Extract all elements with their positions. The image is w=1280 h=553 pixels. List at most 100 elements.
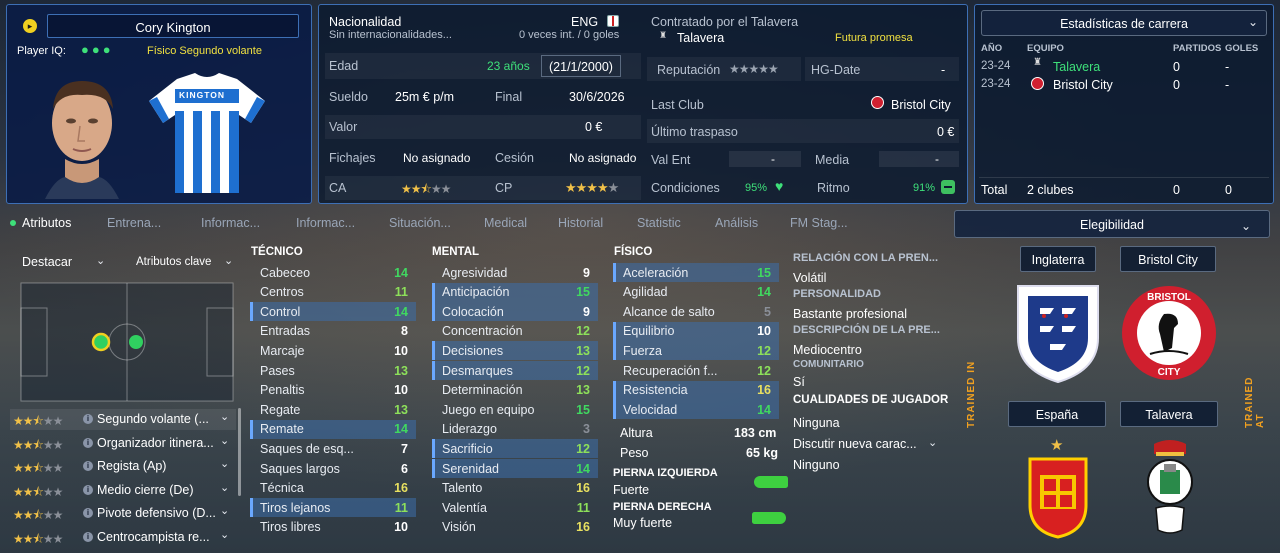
attr-name: Colocación <box>442 304 504 319</box>
tecnico-attr-row[interactable]: Técnica 16 <box>250 479 416 498</box>
cesion-value[interactable]: No asignado <box>569 151 636 165</box>
tecnico-attr-row[interactable]: Saques de esq... 7 <box>250 439 416 458</box>
tecnico-attr-row[interactable]: Penaltis 10 <box>250 381 416 400</box>
attr-value: 13 <box>394 363 408 378</box>
role-row[interactable]: ★★⯪★★ i Regista (Ap) ⌄ <box>10 456 236 477</box>
tecnico-attr-row[interactable]: Cabeceo 14 <box>250 263 416 282</box>
attr-name: Remate <box>260 422 304 437</box>
mental-attr-row[interactable]: Serenidad 14 <box>432 459 598 478</box>
tecnico-attr-row[interactable]: Control 14 <box>250 302 416 322</box>
nation1-box[interactable]: Inglaterra <box>1020 246 1096 272</box>
fisico-attr-row[interactable]: Velocidad 14 <box>613 400 779 420</box>
tecnico-attr-row[interactable]: Entradas 8 <box>250 322 416 341</box>
mental-attr-row[interactable]: Decisiones 13 <box>432 341 598 361</box>
nacionalidad-value[interactable]: ENG <box>571 15 598 29</box>
tecnico-attr-row[interactable]: Remate 14 <box>250 419 416 439</box>
chevron-down-icon[interactable]: ⌄ <box>220 457 229 470</box>
info-icon[interactable]: i <box>83 484 93 495</box>
fichajes-value[interactable]: No asignado <box>403 151 470 165</box>
info-icon[interactable]: i <box>83 532 93 542</box>
player-menu-button[interactable]: ▸ <box>23 19 37 33</box>
talavera-badge-icon: ♜ <box>1033 57 1042 68</box>
tecnico-attr-row[interactable]: Pases 13 <box>250 361 416 380</box>
talavera-crest-icon <box>1147 440 1193 534</box>
discutir-dropdown[interactable]: Discutir nueva carac... ⌄ <box>790 434 940 454</box>
mental-attr-row[interactable]: Talento 16 <box>432 479 598 498</box>
career-dropdown[interactable]: Estadísticas de carrera ⌄ <box>981 10 1267 36</box>
nation2-box[interactable]: España <box>1008 401 1106 427</box>
fisico-attr-row[interactable]: Recuperación f... 12 <box>613 361 779 380</box>
star-icon: ★ <box>1050 437 1064 454</box>
career-row-team[interactable]: Bristol City <box>1053 78 1113 92</box>
tab-atributos[interactable]: Atributos <box>22 216 71 230</box>
mental-attr-row[interactable]: Visión 16 <box>432 518 598 537</box>
tab-informacion-2[interactable]: Informac... <box>296 216 355 230</box>
fisico-attr-row[interactable]: Fuerza 12 <box>613 341 779 361</box>
mental-attr-row[interactable]: Valentía 11 <box>432 498 598 517</box>
tecnico-attr-row[interactable]: Centros 11 <box>250 283 416 302</box>
tecnico-attr-row[interactable]: Tiros libres 10 <box>250 518 416 537</box>
mental-attr-row[interactable]: Liderazgo 3 <box>432 420 598 439</box>
mental-attr-row[interactable]: Determinación 13 <box>432 381 598 400</box>
chevron-down-icon[interactable]: ⌄ <box>220 410 229 423</box>
career-total-apps: 0 <box>1173 183 1180 197</box>
mental-attr-row[interactable]: Juego en equipo 15 <box>432 400 598 419</box>
info-icon[interactable]: i <box>83 437 93 448</box>
tab-medical[interactable]: Medical <box>484 216 527 230</box>
tab-situacion[interactable]: Situación... <box>389 216 451 230</box>
tab-statistic[interactable]: Statistic <box>637 216 681 230</box>
tab-fm-stag[interactable]: FM Stag... <box>790 216 848 230</box>
tab-historial[interactable]: Historial <box>558 216 603 230</box>
club-name[interactable]: Talavera <box>677 31 724 45</box>
lastclub-value[interactable]: Bristol City <box>891 98 951 112</box>
mental-attr-row[interactable]: Colocación 9 <box>432 302 598 322</box>
mental-attr-row[interactable]: Sacrificio 12 <box>432 439 598 459</box>
tab-entrenamiento[interactable]: Entrena... <box>107 216 161 230</box>
eligibility-dropdown[interactable]: Elegibilidad ⌄ <box>954 210 1270 238</box>
mental-attr-row[interactable]: Concentración 12 <box>432 322 598 341</box>
chevron-down-icon: ⌄ <box>96 255 106 267</box>
attr-value: 14 <box>757 402 771 417</box>
career-row-team[interactable]: Talavera <box>1053 60 1100 74</box>
left-boot-icon <box>754 476 788 488</box>
mental-attr-row[interactable]: Anticipación 15 <box>432 282 598 302</box>
hgdate-value: - <box>941 63 946 77</box>
condiciones-label: Condiciones <box>651 181 720 195</box>
tab-analisis[interactable]: Análisis <box>715 216 758 230</box>
highlight-dropdown[interactable]: Destacar ⌄ <box>14 251 106 273</box>
chevron-down-icon[interactable]: ⌄ <box>220 434 229 447</box>
cualidades-label: CUALIDADES DE JUGADOR <box>793 394 949 406</box>
club1-box[interactable]: Bristol City <box>1120 246 1216 272</box>
chevron-down-icon[interactable]: ⌄ <box>220 504 229 517</box>
fisico-attr-row[interactable]: Aceleración 15 <box>613 263 779 282</box>
attr-value: 5 <box>764 304 771 319</box>
role-row[interactable]: ★★⯪★★ i Centrocampista re... ⌄ <box>10 527 236 548</box>
role-row[interactable]: ★★⯪★★ i Segundo volante (... ⌄ <box>10 409 236 430</box>
fisico-attr-row[interactable]: Resistencia 16 <box>613 380 779 400</box>
tab-informacion-1[interactable]: Informac... <box>201 216 260 230</box>
tecnico-attr-row[interactable]: Marcaje 10 <box>250 341 416 360</box>
attr-name: Alcance de salto <box>623 304 715 319</box>
ritmo-label: Ritmo <box>817 181 850 195</box>
chevron-down-icon[interactable]: ⌄ <box>220 528 229 541</box>
tecnico-attr-row[interactable]: Regate 13 <box>250 400 416 419</box>
fisico-attr-row[interactable]: Agilidad 14 <box>613 283 779 302</box>
key-attributes-dropdown[interactable]: Atributos clave ⌄ <box>128 251 238 273</box>
tecnico-attr-row[interactable]: Tiros lejanos 11 <box>250 498 416 518</box>
info-icon[interactable]: i <box>83 508 93 519</box>
role-row[interactable]: ★★⯪★★ i Medio cierre (De) ⌄ <box>10 480 236 501</box>
info-icon[interactable]: i <box>83 414 93 424</box>
fisico-attr-row[interactable]: Equilibrio 10 <box>613 321 779 341</box>
player-name-box[interactable]: Cory Kington <box>47 14 299 38</box>
club2-box[interactable]: Talavera <box>1120 401 1218 427</box>
tecnico-attr-row[interactable]: Saques largos 6 <box>250 459 416 478</box>
roles-scrollbar[interactable] <box>238 408 241 496</box>
mental-attr-row[interactable]: Agresividad 9 <box>432 263 598 282</box>
chevron-down-icon[interactable]: ⌄ <box>220 481 229 494</box>
fisico-attr-row[interactable]: Alcance de salto 5 <box>613 302 779 321</box>
info-icon[interactable]: i <box>83 461 93 472</box>
role-row[interactable]: ★★⯪★★ i Organizador itinera... ⌄ <box>10 433 236 454</box>
mental-attr-row[interactable]: Desmarques 12 <box>432 361 598 380</box>
sueldo-value[interactable]: 25m € p/m <box>395 90 454 104</box>
role-row[interactable]: ★★⯪★★ i Pivote defensivo (D... ⌄ <box>10 503 236 524</box>
